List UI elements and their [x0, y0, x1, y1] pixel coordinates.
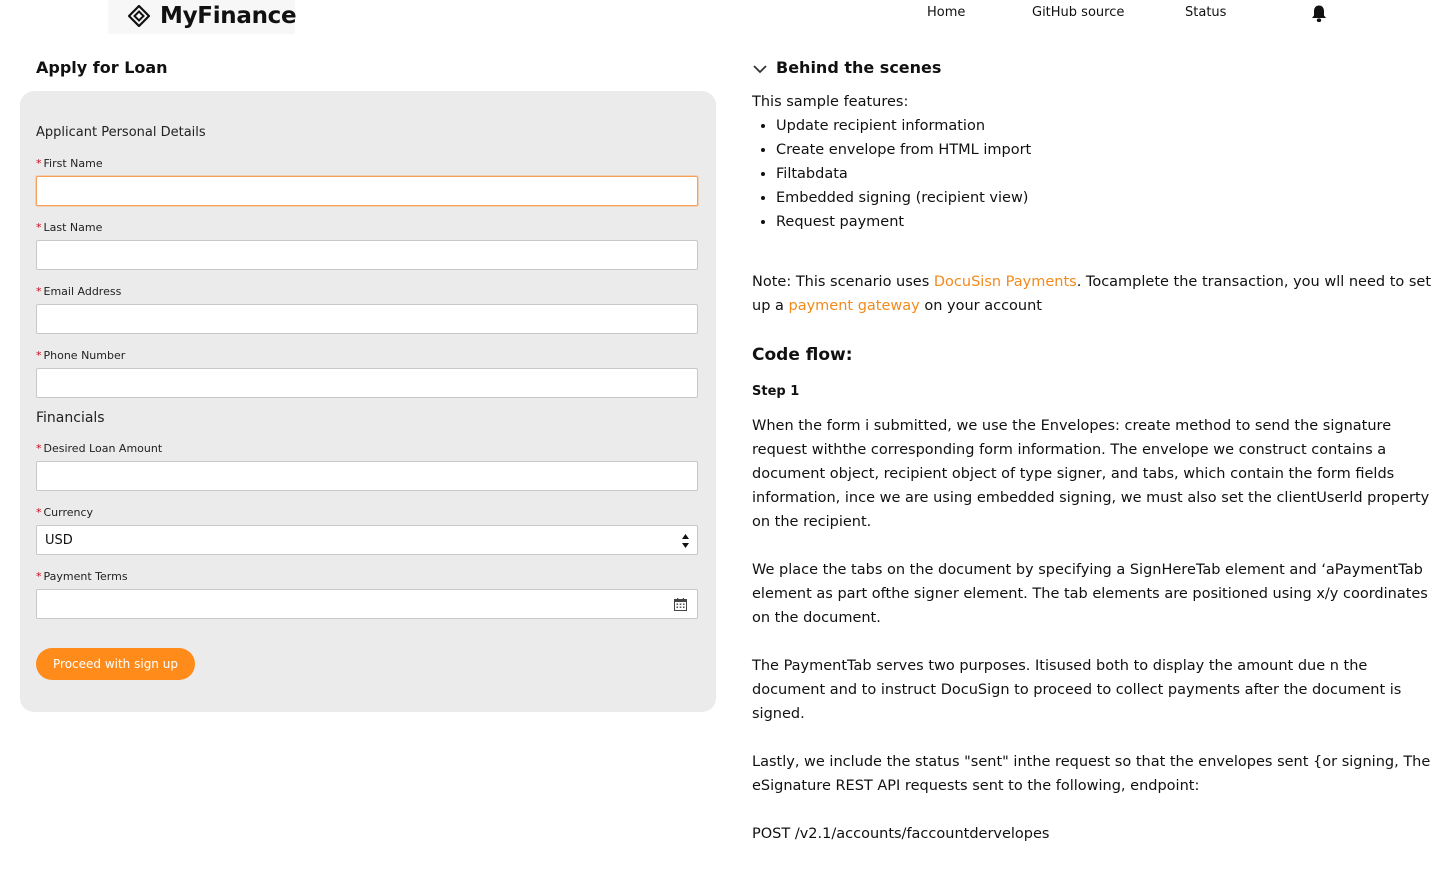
form-title: Apply for Loan	[36, 58, 168, 77]
first-name-input[interactable]	[36, 176, 698, 206]
brand[interactable]: MyFinance	[108, 0, 297, 34]
loan-amount-label: * Desired Loan Amount	[36, 442, 162, 456]
financials-heading: Financials	[36, 410, 105, 426]
code-flow-paragraph: The PaymentTab serves two purposes. Itis…	[752, 658, 1402, 722]
code-flow-paragraph: We place the tabs on the document by spe…	[752, 562, 1428, 626]
list-item: Create envelope from HTML import	[776, 138, 1031, 162]
note-text: on your account	[919, 298, 1042, 314]
code-flow-paragraph: Lastly, we include the status "sent" int…	[752, 754, 1431, 794]
nav-home-link[interactable]: Home	[927, 5, 965, 21]
payment-terms-label: * Payment Terms	[36, 570, 128, 584]
email-label: * Email Address	[36, 285, 121, 299]
first-name-label-text: First Name	[43, 157, 103, 170]
payment-gateway-link[interactable]: payment gateway	[789, 298, 920, 314]
note-text: Note: This scenario uses	[752, 274, 934, 290]
endpoint-text: POST /v2.1/accounts/faccountdervelopes	[752, 826, 1050, 842]
currency-select[interactable]: USD	[36, 525, 698, 555]
diamond-logo-icon	[128, 5, 150, 27]
last-name-label: * Last Name	[36, 221, 102, 235]
required-marker: *	[36, 349, 42, 362]
first-name-label: * First Name	[36, 157, 103, 171]
currency-value: USD	[45, 533, 73, 548]
behind-the-scenes-toggle[interactable]: Behind the scenes	[776, 58, 941, 78]
required-marker: *	[36, 570, 42, 583]
required-marker: *	[36, 221, 42, 234]
required-marker: *	[36, 285, 42, 298]
loan-amount-input[interactable]	[36, 461, 698, 491]
code-flow-heading: Code flow:	[752, 345, 853, 365]
brand-name: MyFinance	[160, 3, 297, 29]
chevron-down-icon[interactable]	[752, 63, 768, 75]
features-intro: This sample features:	[752, 94, 909, 110]
loan-form: Applicant Personal Details * First Name *…	[20, 91, 716, 712]
docusign-payments-link[interactable]: DocuSisn Payments	[934, 274, 1077, 290]
personal-details-heading: Applicant Personal Details	[36, 125, 206, 140]
required-marker: *	[36, 157, 42, 170]
list-item: Update recipient information	[776, 114, 1031, 138]
currency-label: * Currency	[36, 506, 93, 520]
phone-label: * Phone Number	[36, 349, 125, 363]
list-item: Filtabdata	[776, 162, 1031, 186]
required-marker: *	[36, 506, 42, 519]
proceed-signup-button[interactable]: Proceed with sign up	[36, 648, 195, 680]
spinner-arrows-icon	[682, 534, 689, 548]
phone-label-text: Phone Number	[43, 349, 126, 362]
payments-note: Note: This scenario uses DocuSisn Paymen…	[752, 270, 1432, 318]
bell-icon[interactable]	[1310, 4, 1328, 23]
payment-terms-input[interactable]	[36, 589, 698, 619]
last-name-input[interactable]	[36, 240, 698, 270]
email-input[interactable]	[36, 304, 698, 334]
required-marker: *	[36, 442, 42, 455]
list-item: Embedded signing (recipient view)	[776, 186, 1031, 210]
code-flow-paragraph: When the form i submitted, we use the En…	[752, 418, 1430, 530]
step-label: Step 1	[752, 384, 800, 399]
currency-label-text: Currency	[43, 506, 94, 519]
nav-status-link[interactable]: Status	[1185, 5, 1226, 21]
nav-github-link[interactable]: GitHub source	[1032, 5, 1124, 21]
loan-amount-label-text: Desired Loan Amount	[43, 442, 163, 455]
calendar-icon[interactable]	[674, 598, 687, 611]
payment-terms-label-text: Payment Terms	[43, 570, 128, 583]
last-name-label-text: Last Name	[43, 221, 103, 234]
top-navbar: MyFinance Home GitHub source Status	[0, 0, 1456, 34]
phone-input[interactable]	[36, 368, 698, 398]
features-list: Update recipient information Create enve…	[752, 114, 1031, 234]
list-item: Request payment	[776, 210, 1031, 234]
email-label-text: Email Address	[43, 285, 122, 298]
